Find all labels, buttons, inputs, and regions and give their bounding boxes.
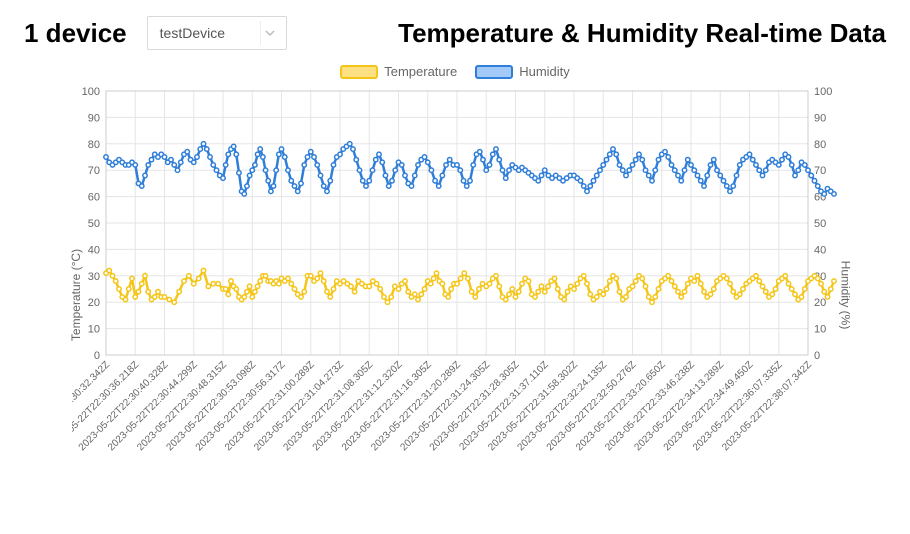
- y-axis-right-label: Humidity (%): [839, 261, 853, 330]
- svg-text:70: 70: [814, 165, 826, 177]
- legend-item-temperature[interactable]: Temperature: [340, 64, 457, 79]
- legend-label: Temperature: [384, 64, 457, 79]
- svg-text:80: 80: [814, 139, 826, 151]
- humidity-swatch-icon: [475, 65, 513, 79]
- chevron-down-icon: [260, 21, 280, 45]
- header-bar: 1 device testDevice Temperature & Humidi…: [24, 16, 886, 50]
- svg-text:0: 0: [814, 350, 820, 362]
- svg-text:0: 0: [94, 350, 100, 362]
- temperature-swatch-icon: [340, 65, 378, 79]
- chart-plot: 0010102020303040405050606070708080909010…: [72, 85, 842, 505]
- svg-text:40: 40: [88, 244, 100, 256]
- legend-label: Humidity: [519, 64, 570, 79]
- svg-text:100: 100: [814, 86, 832, 98]
- svg-text:90: 90: [814, 112, 826, 124]
- svg-text:10: 10: [88, 324, 100, 336]
- svg-text:100: 100: [82, 86, 100, 98]
- svg-text:90: 90: [88, 112, 100, 124]
- svg-text:30: 30: [88, 271, 100, 283]
- svg-text:80: 80: [88, 139, 100, 151]
- device-select-value: testDevice: [160, 25, 225, 41]
- y-axis-left-label: Temperature (°C): [69, 249, 83, 341]
- device-count: 1 device: [24, 18, 127, 49]
- device-select[interactable]: testDevice: [147, 16, 287, 50]
- svg-text:50: 50: [814, 218, 826, 230]
- svg-text:20: 20: [814, 297, 826, 309]
- chart-legend: Temperature Humidity: [24, 64, 886, 79]
- svg-text:40: 40: [814, 244, 826, 256]
- svg-text:10: 10: [814, 324, 826, 336]
- chart-container: Temperature (°C) Humidity (%) 0010102020…: [72, 85, 838, 505]
- svg-text:20: 20: [88, 297, 100, 309]
- page-title: Temperature & Humidity Real-time Data: [307, 18, 886, 49]
- svg-text:70: 70: [88, 165, 100, 177]
- svg-text:50: 50: [88, 218, 100, 230]
- svg-text:60: 60: [88, 192, 100, 204]
- legend-item-humidity[interactable]: Humidity: [475, 64, 570, 79]
